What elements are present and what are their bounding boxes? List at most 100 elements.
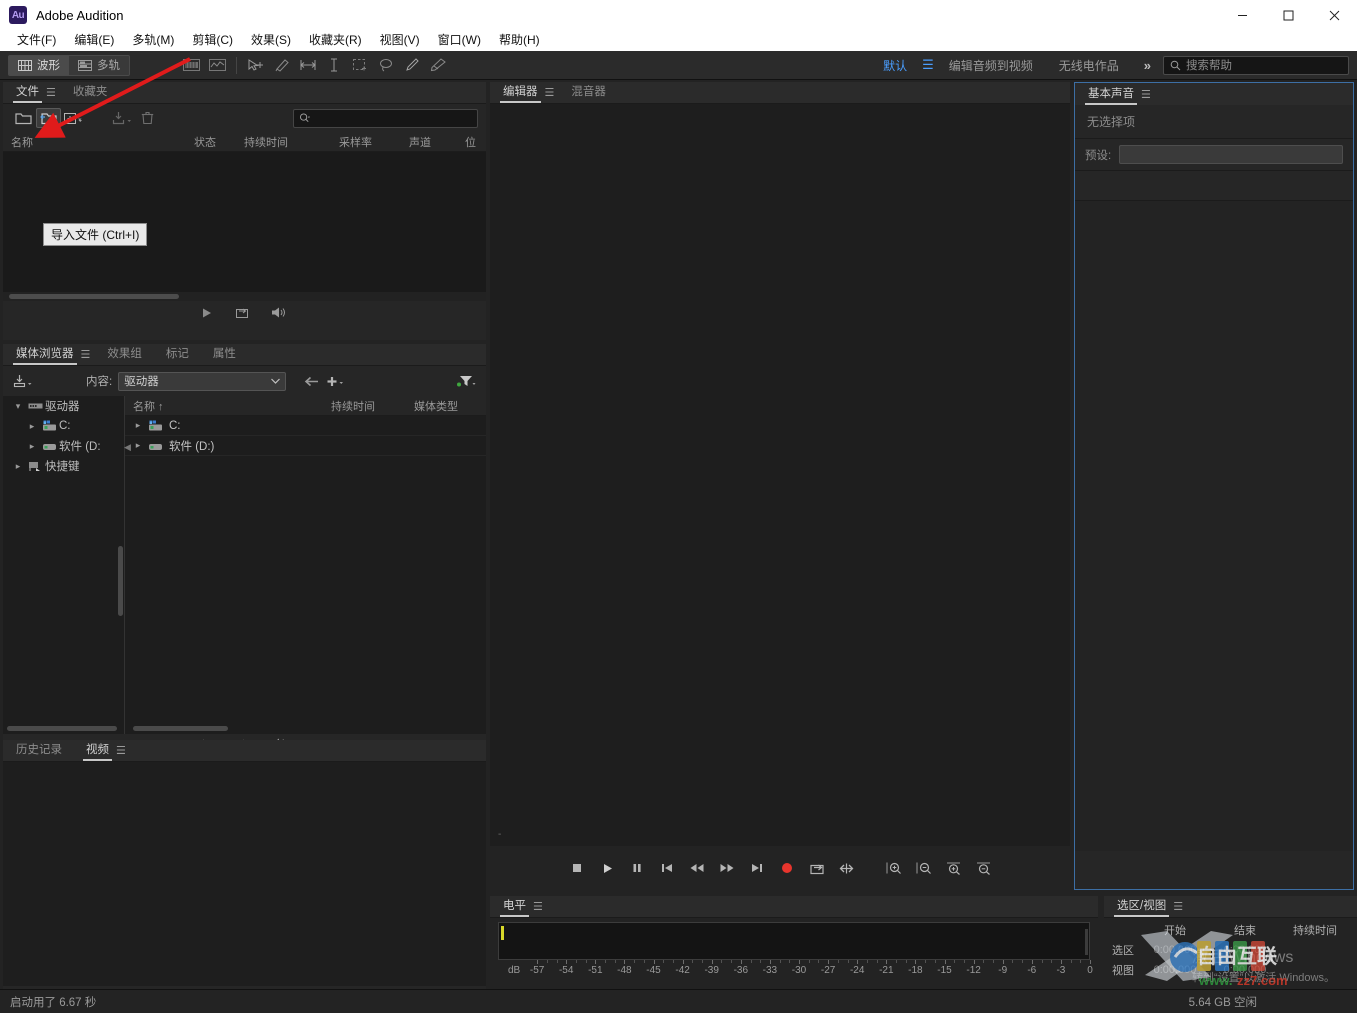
media-col-mediatype[interactable]: 媒体类型 (406, 398, 476, 414)
menu-clip[interactable]: 剪辑(C) (183, 30, 242, 51)
tab-history[interactable]: 历史记录 (13, 741, 65, 761)
close-button[interactable] (1311, 0, 1357, 30)
media-folder-tree[interactable]: ▾ 驱动器 ▸ C: ▸ 软件 (D: ▸ 快捷键 (3, 396, 125, 734)
search-help-input[interactable]: 搜索帮助 (1163, 55, 1349, 75)
media-col-name[interactable]: 名称 ↑ (125, 398, 323, 414)
editor-panel-menu-icon[interactable]: ☰ (545, 86, 555, 103)
move-tool-icon[interactable] (243, 55, 269, 76)
tree-item-c-drive[interactable]: ▸ C: (3, 416, 124, 436)
selection-view-menu-icon[interactable]: ☰ (1173, 900, 1183, 917)
workspace-default[interactable]: 默认 (870, 57, 920, 74)
tab-favorites[interactable]: 收藏夹 (70, 83, 111, 103)
chevron-right-icon[interactable]: ▸ (25, 441, 39, 452)
menu-window[interactable]: 窗口(W) (429, 30, 490, 51)
menu-favorites[interactable]: 收藏夹(R) (300, 30, 371, 51)
view-start-value[interactable]: 0:00.000 (1140, 964, 1210, 976)
media-content-select[interactable]: 驱动器 (118, 371, 287, 391)
menu-effects[interactable]: 效果(S) (242, 30, 300, 51)
tab-markers[interactable]: 标记 (163, 345, 192, 365)
media-col-duration[interactable]: 持续时间 (323, 398, 406, 414)
text-cursor-tool-icon[interactable] (321, 55, 347, 76)
minimize-button[interactable] (1219, 0, 1265, 30)
files-scroll-thumb[interactable] (9, 294, 179, 299)
selection-end-value[interactable]: 0:00.000 (1210, 944, 1280, 956)
tree-horizontal-scrollbar[interactable] (7, 726, 117, 731)
media-import-button[interactable] (11, 371, 36, 391)
media-panel-collapse-handle[interactable]: ◀ (124, 440, 131, 454)
media-panel-menu-icon[interactable]: ☰ (81, 348, 91, 365)
menu-edit[interactable]: 编辑(E) (65, 30, 123, 51)
menu-multitrack[interactable]: 多轨(M) (123, 30, 183, 51)
tab-files[interactable]: 文件 (13, 83, 42, 103)
media-list-item[interactable]: ▸ C: (125, 416, 486, 436)
files-panel-menu-icon[interactable]: ☰ (46, 86, 56, 103)
chevron-down-icon[interactable]: ▾ (11, 401, 25, 412)
multitrack-view-button[interactable]: 多轨 (69, 56, 129, 75)
levels-panel-menu-icon[interactable]: ☰ (533, 900, 543, 917)
tab-editor[interactable]: 编辑器 (500, 83, 541, 103)
open-file-button[interactable] (11, 108, 36, 128)
new-file-button[interactable] (61, 108, 86, 128)
play-button[interactable] (592, 853, 622, 883)
files-search-input[interactable] (293, 108, 478, 128)
workspace-edit-audio-to-video[interactable]: 编辑音频到视频 (936, 57, 1046, 74)
tab-properties[interactable]: 属性 (210, 345, 239, 365)
close-file-button[interactable] (135, 108, 160, 128)
tab-media-browser[interactable]: 媒体浏览器 (13, 345, 77, 365)
files-play-button[interactable] (201, 306, 213, 324)
move-to-start-button[interactable] (652, 853, 682, 883)
fast-forward-button[interactable] (712, 853, 742, 883)
tree-item-drives[interactable]: ▾ 驱动器 (3, 396, 124, 416)
tree-item-shortcuts[interactable]: ▸ 快捷键 (3, 456, 124, 476)
level-meter-display[interactable] (498, 922, 1090, 960)
video-panel-menu-icon[interactable]: ☰ (116, 744, 126, 761)
maximize-button[interactable] (1265, 0, 1311, 30)
files-horizontal-scrollbar[interactable] (3, 292, 486, 301)
loop-playback-button[interactable] (802, 853, 832, 883)
waveform-view-button[interactable]: 波形 (9, 55, 69, 75)
chevron-right-icon[interactable]: ▸ (25, 421, 39, 432)
spot-healing-brush-tool-icon[interactable] (425, 55, 451, 76)
rewind-button[interactable] (682, 853, 712, 883)
pause-button[interactable] (622, 853, 652, 883)
zoom-out-time-button[interactable] (968, 853, 998, 883)
paintbrush-selection-tool-icon[interactable] (399, 55, 425, 76)
skip-selection-button[interactable] (832, 853, 862, 883)
files-col-samplerate[interactable]: 采样率 (331, 134, 401, 150)
chevron-right-icon[interactable]: ▸ (11, 461, 25, 472)
workspace-menu-icon[interactable]: ☰ (920, 57, 936, 73)
time-selection-tool-icon[interactable] (295, 55, 321, 76)
files-col-duration[interactable]: 持续时间 (236, 134, 331, 150)
import-file-button[interactable] (36, 108, 61, 128)
files-col-name[interactable]: 名称 (3, 134, 186, 150)
essential-sound-menu-icon[interactable]: ☰ (1141, 88, 1151, 105)
files-volume-button[interactable] (271, 306, 289, 324)
spectral-pitch-display-icon[interactable] (204, 55, 230, 76)
menu-file[interactable]: 文件(F) (8, 30, 65, 51)
media-list-item[interactable]: ▸ 软件 (D:) (125, 436, 486, 456)
chevron-right-icon[interactable]: ▸ (131, 440, 145, 451)
media-add-shortcut-button[interactable] (323, 371, 348, 391)
files-col-channels[interactable]: 声道 (401, 134, 457, 150)
tab-selection-view[interactable]: 选区/视图 (1114, 897, 1170, 917)
media-filter-button[interactable] (453, 371, 478, 391)
zoom-in-time-button[interactable] (938, 853, 968, 883)
files-loop-button[interactable] (235, 306, 249, 324)
marquee-selection-tool-icon[interactable] (347, 55, 373, 76)
tab-essential-sound[interactable]: 基本声音 (1085, 85, 1137, 105)
workspace-overflow-icon[interactable]: » (1132, 58, 1163, 73)
view-end-value[interactable]: 0:00.000 (1210, 964, 1280, 976)
workspace-radio-production[interactable]: 无线电作品 (1046, 57, 1132, 74)
tab-video[interactable]: 视频 (83, 741, 112, 761)
move-to-end-button[interactable] (742, 853, 772, 883)
media-file-list[interactable]: ◀ 名称 ↑ 持续时间 媒体类型 ▸ C: ▸ 软件 (D:) (124, 396, 486, 734)
stop-button[interactable] (562, 853, 592, 883)
slip-tool-icon[interactable] (269, 55, 295, 76)
files-col-bits[interactable]: 位 (457, 134, 485, 150)
export-file-button[interactable] (110, 108, 135, 128)
tree-item-d-drive[interactable]: ▸ 软件 (D: (3, 436, 124, 456)
tree-vertical-scrollbar[interactable] (118, 546, 123, 616)
editor-waveform-area[interactable]: - (490, 104, 1070, 846)
files-list-body[interactable] (3, 152, 486, 292)
tab-mixer[interactable]: 混音器 (568, 83, 609, 103)
